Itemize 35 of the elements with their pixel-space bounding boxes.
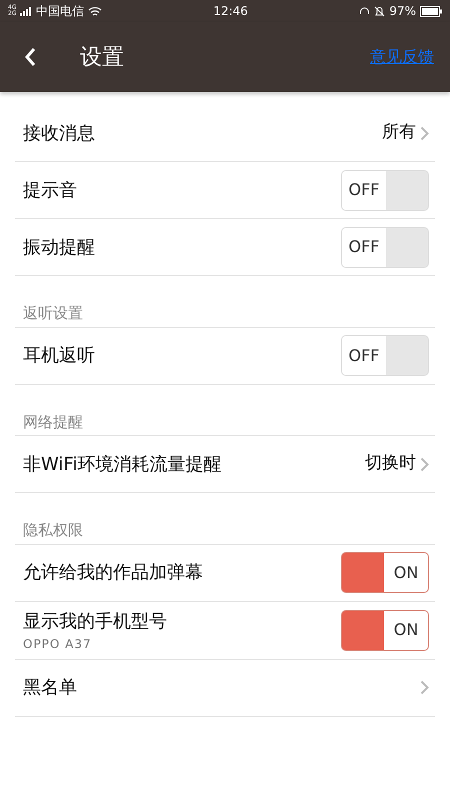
chevron-right-icon <box>420 456 429 472</box>
battery-percent: 97% <box>389 3 416 20</box>
settings-row[interactable]: 黑名单 <box>15 660 435 716</box>
carrier-name: 中国电信 <box>36 3 84 20</box>
toggle-switch[interactable]: OFF <box>341 226 429 268</box>
setting-label: 非WiFi环境消耗流量提醒 <box>23 452 222 476</box>
clock-time: 12:46 <box>213 4 248 18</box>
setting-value: 所有 <box>382 121 416 144</box>
section-header: 返听设置 <box>15 276 435 328</box>
signal-icon <box>20 6 32 16</box>
bell-muted-icon <box>374 6 386 16</box>
toggle-switch[interactable]: ON <box>341 610 429 650</box>
setting-value: 切换时 <box>365 452 416 476</box>
wifi-icon <box>88 6 102 16</box>
page-title: 设置 <box>80 44 125 72</box>
chevron-right-icon <box>420 680 429 695</box>
setting-label: 振动提醒 <box>23 236 96 260</box>
setting-subtitle: OPPO A37 <box>23 636 93 652</box>
setting-label: 黑名单 <box>23 676 78 700</box>
setting-label: 接收消息 <box>23 122 96 146</box>
setting-label: 显示我的手机型号 <box>23 610 168 634</box>
section-header: 隐私权限 <box>15 493 435 544</box>
setting-label: 耳机返听 <box>23 344 96 368</box>
headset-icon <box>359 6 370 16</box>
chevron-right-icon <box>420 126 429 140</box>
battery-icon <box>420 6 442 16</box>
settings-row[interactable]: 非WiFi环境消耗流量提醒 切换时 <box>15 436 435 493</box>
toggle-switch[interactable]: ON <box>341 552 429 593</box>
toggle-switch[interactable]: OFF <box>341 170 429 210</box>
setting-label: 提示音 <box>23 178 78 202</box>
settings-row[interactable]: 接收消息 所有 <box>15 105 435 162</box>
toggle-switch[interactable]: OFF <box>341 335 429 376</box>
back-icon[interactable] <box>24 47 36 67</box>
section-header: 网络提醒 <box>15 384 435 436</box>
setting-label: 允许给我的作品加弹幕 <box>23 561 204 585</box>
